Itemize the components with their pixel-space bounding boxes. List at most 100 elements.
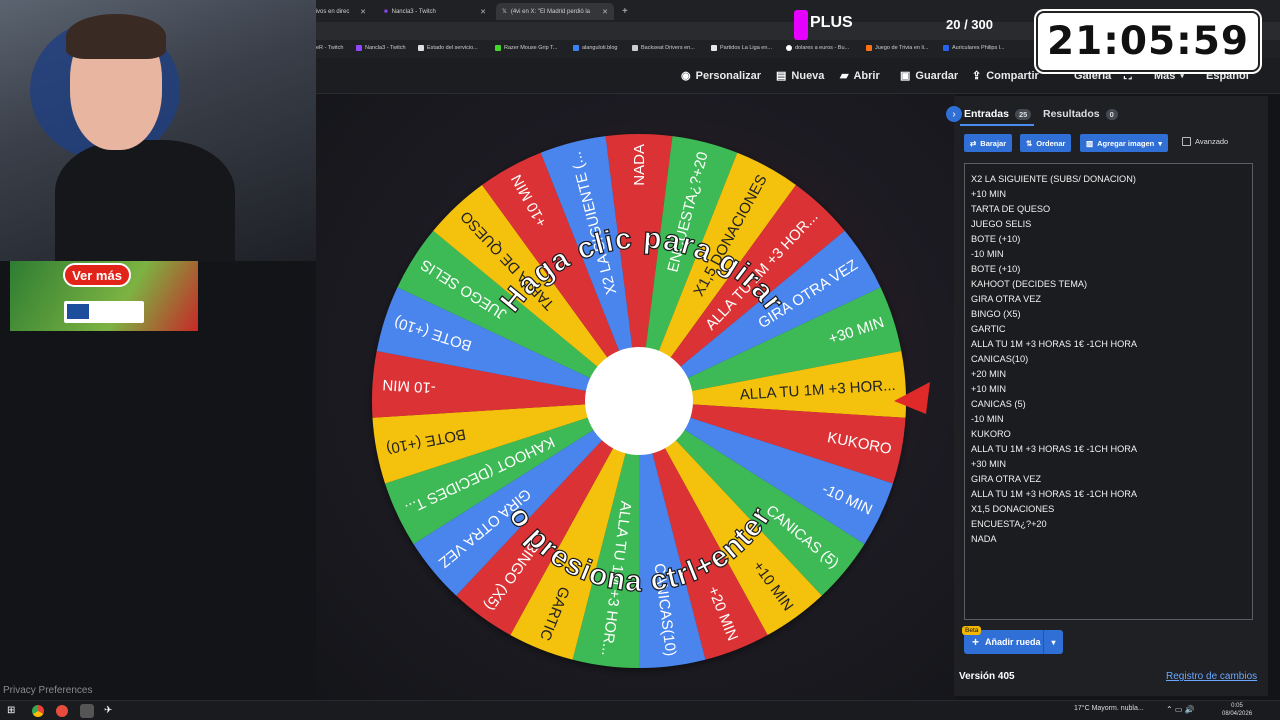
stream-timer: 21:05:59 [1036, 11, 1260, 72]
app-icon[interactable] [56, 705, 68, 717]
tab-label: rtivos en direc [312, 8, 350, 15]
new-button[interactable]: ▤ Nueva [776, 69, 824, 83]
checkbox-box[interactable] [1182, 137, 1191, 146]
entry-line[interactable]: NADA [971, 532, 1246, 547]
entry-line[interactable]: CANICAS (5) [971, 397, 1246, 412]
see-more-button[interactable]: Ver más [63, 263, 131, 287]
bookmark-item[interactable]: Juego de Trivia en li... [866, 45, 929, 51]
chrome-icon[interactable] [32, 705, 44, 717]
taskbar: ⊞ ✈ 17°C Mayorm. nubla... ⌃ ▭ 🔊 0:05 08/0… [0, 700, 1280, 720]
privacy-link[interactable]: Privacy Preferences [3, 685, 92, 696]
save-button[interactable]: ▣ Guardar [900, 69, 958, 83]
sub-counter: 20 / 300 [946, 17, 993, 32]
spin-wheel[interactable]: NADA ENCUESTA¿?+20X1,5 DONACIONESALLA TU … [316, 94, 956, 700]
entry-line[interactable]: +10 MIN [971, 382, 1246, 397]
new-file-icon: ▤ [776, 70, 787, 82]
advanced-checkbox[interactable]: Avanzado [1182, 137, 1228, 146]
windows-start-icon[interactable]: ⊞ [7, 705, 15, 716]
person-torso [55, 140, 235, 261]
entry-line[interactable]: ALLA TU 1M +3 HORAS 1€ -1CH HORA [971, 442, 1246, 457]
person-hair [66, 14, 166, 59]
close-icon[interactable]: ✕ [602, 8, 608, 16]
image-icon: ▨ [1086, 138, 1094, 148]
x-icon: 𝕏 [502, 9, 507, 15]
bookmark-item[interactable]: Auriculares Philips l... [943, 45, 1005, 51]
entry-line[interactable]: TARTA DE QUESO [971, 202, 1246, 217]
palette-icon: ◉ [681, 70, 691, 82]
folder-icon: ▰ [840, 70, 849, 82]
chevron-down-icon[interactable]: ▾ [1043, 630, 1063, 654]
bookmark-item[interactable]: eR - Twitch [316, 45, 343, 51]
close-icon[interactable]: ✕ [480, 8, 486, 16]
bookmark-item[interactable]: Backseat Drivers en... [632, 45, 695, 51]
entries-count-badge: 25 [1014, 108, 1032, 120]
entry-line[interactable]: KUKORO [971, 427, 1246, 442]
tab-2[interactable]: ■ Nancla3 - Twitch ✕ [378, 3, 492, 20]
entry-line[interactable]: +10 MIN [971, 187, 1246, 202]
wheel-slice-label: -10 MIN [382, 376, 436, 396]
weather-widget[interactable]: 17°C Mayorm. nubla... [1074, 705, 1144, 712]
entries-panel: › Entradas 25 Resultados 0 ⇄ Barajar ⇅ Orden… [946, 96, 1268, 696]
entries-textarea[interactable]: X2 LA SIGUIENTE (SUBS/ DONACION) +10 MIN T… [964, 163, 1253, 620]
entry-line[interactable]: X1,5 DONACIONES [971, 502, 1246, 517]
entry-line[interactable]: CANICAS(10) [971, 352, 1246, 367]
changelog-link[interactable]: Registro de cambios [1166, 671, 1257, 682]
close-icon[interactable]: ✕ [360, 8, 366, 16]
wheel-stage[interactable]: NADA ENCUESTA¿?+20 X1,5 DONACIONES ALLA TU … [316, 94, 956, 700]
wheel-center[interactable] [585, 347, 693, 455]
collapse-panel-icon[interactable]: › [946, 106, 962, 122]
plus-badge [794, 10, 808, 40]
customize-button[interactable]: ◉ Personalizar [681, 69, 761, 83]
entry-line[interactable]: JUEGO SELIS [971, 217, 1246, 232]
eu-logo [64, 301, 144, 323]
tab-results[interactable]: Resultados 0 [1043, 108, 1118, 120]
entry-line[interactable]: GARTIC [971, 322, 1246, 337]
chevron-down-icon: ▾ [1158, 138, 1162, 148]
tab-label: Nancla3 - Twitch [391, 8, 436, 15]
version-label: Versión 405 [959, 671, 1015, 682]
bookmark-item[interactable]: Partidos La Liga en... [711, 45, 772, 51]
save-icon: ▣ [900, 70, 911, 82]
entry-line[interactable]: ENCUESTA¿?+20 [971, 517, 1246, 532]
bookmark-item[interactable]: dolares a euros - Bu... [786, 45, 849, 51]
entry-line[interactable]: KAHOOT (DECIDES TEMA) [971, 277, 1246, 292]
sort-button[interactable]: ⇅ Ordenar [1020, 134, 1072, 152]
entry-line[interactable]: BOTE (+10) [971, 262, 1246, 277]
tray-icons[interactable]: ⌃ ▭ 🔊 [1166, 705, 1195, 714]
bookmark-item[interactable]: Nancla3 - Twitch [356, 45, 406, 51]
bookmark-item[interactable]: Razer Mouse Grip T... [495, 45, 557, 51]
bookmark-item[interactable]: Estado del servicio... [418, 45, 478, 51]
results-count-badge: 0 [1105, 108, 1118, 120]
twitch-icon: ■ [384, 8, 388, 15]
shuffle-button[interactable]: ⇄ Barajar [964, 134, 1013, 152]
entry-line[interactable]: ALLA TU 1M +3 HORAS 1€ -1CH HORA [971, 487, 1246, 502]
entry-line[interactable]: GIRA OTRA VEZ [971, 472, 1246, 487]
tab-entries[interactable]: Entradas 25 [964, 108, 1032, 120]
entry-line[interactable]: X2 LA SIGUIENTE (SUBS/ DONACION) [971, 172, 1246, 187]
entry-line[interactable]: BOTE (+10) [971, 232, 1246, 247]
panel-tabs: › Entradas 25 Resultados 0 [946, 104, 1268, 126]
entry-line[interactable]: BINGO (X5) [971, 307, 1246, 322]
add-image-button[interactable]: ▨ Agregar imagen ▾ [1080, 134, 1168, 152]
entry-line[interactable]: GIRA OTRA VEZ [971, 292, 1246, 307]
obs-icon[interactable] [80, 704, 94, 718]
beta-badge: Beta [962, 626, 982, 635]
entry-line[interactable]: -10 MIN [971, 247, 1246, 262]
system-clock[interactable]: 0:05 08/04/2026 [1222, 702, 1252, 718]
entry-line[interactable]: +20 MIN [971, 367, 1246, 382]
active-tab-indicator [960, 124, 1034, 126]
entry-line[interactable]: +30 MIN [971, 457, 1246, 472]
share-button[interactable]: ⇪ Compartir [972, 69, 1039, 83]
entry-line[interactable]: ALLA TU 1M +3 HORAS 1€ -1CH HORA [971, 337, 1246, 352]
plus-icon: + [972, 635, 980, 649]
plus-label: PLUS [810, 14, 853, 31]
entry-line[interactable]: -10 MIN [971, 412, 1246, 427]
new-tab-button[interactable]: + [616, 3, 630, 20]
tab-label: (4vi en X: "El Madrid perdió la [510, 8, 591, 15]
tab-3[interactable]: 𝕏 (4vi en X: "El Madrid perdió la ✕ [496, 3, 614, 20]
ad-banner[interactable]: Ver más [10, 261, 198, 331]
bookmark-item[interactable]: alanguloti.blog [573, 45, 617, 51]
open-button[interactable]: ▰ Abrir [840, 69, 880, 83]
steam-icon[interactable]: ✈ [104, 705, 112, 716]
wheel-slice-label: NADA [631, 144, 648, 186]
